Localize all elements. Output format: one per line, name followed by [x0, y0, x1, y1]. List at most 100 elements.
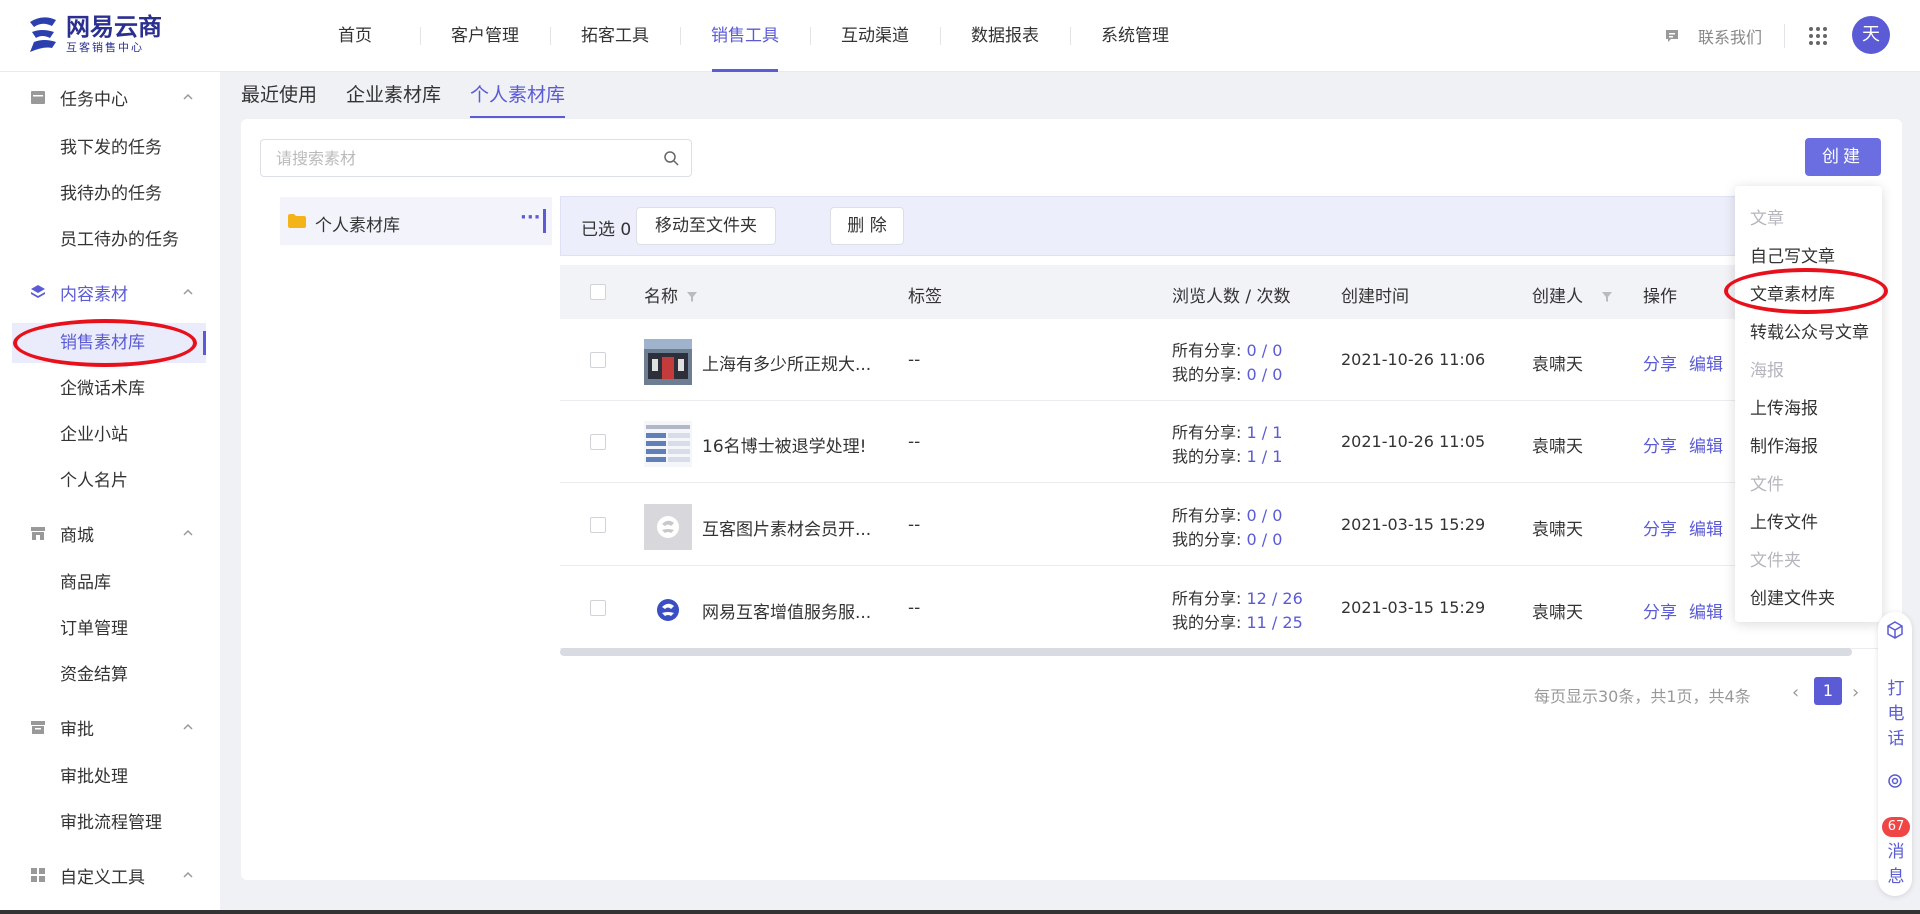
- material-tabs: 最近使用 企业素材库 个人素材库: [241, 80, 594, 118]
- contact-us-button[interactable]: 联系我们: [1664, 24, 1762, 48]
- share-link[interactable]: 分享: [1643, 515, 1677, 540]
- tab-enterprise-library[interactable]: 企业素材库: [346, 80, 441, 118]
- sidebar-item-my-issued-tasks[interactable]: 我下发的任务: [0, 128, 220, 168]
- messages-button[interactable]: 消息: [1887, 840, 1905, 890]
- grid-icon: [31, 868, 45, 882]
- sidebar-group-label: 内容素材: [60, 284, 128, 305]
- stat-all-value: 1 / 1: [1246, 423, 1283, 442]
- search-icon[interactable]: [663, 150, 679, 166]
- menu-item-article-library[interactable]: 文章素材库: [1750, 280, 1835, 305]
- menu-item-repost-wechat-article[interactable]: 转载公众号文章: [1750, 318, 1869, 343]
- stat-all-value: 0 / 0: [1246, 506, 1283, 525]
- sidebar-item-products[interactable]: 商品库: [0, 563, 220, 603]
- more-icon[interactable]: ···: [520, 207, 541, 228]
- row-checkbox[interactable]: [590, 517, 606, 533]
- material-name[interactable]: 上海有多少所正规大...: [702, 350, 871, 375]
- edit-link[interactable]: 编辑: [1689, 432, 1723, 457]
- sidebar-item-company-site[interactable]: 企业小站: [0, 415, 220, 455]
- material-name[interactable]: 16名博士被退学处理!: [702, 432, 866, 457]
- page-1-button[interactable]: 1: [1814, 677, 1842, 705]
- next-page-button[interactable]: ›: [1852, 682, 1859, 703]
- search-input[interactable]: [261, 140, 641, 176]
- menu-item-write-article[interactable]: 自己写文章: [1750, 242, 1835, 267]
- sidebar-item-orders[interactable]: 订单管理: [0, 609, 220, 649]
- thumbnail-image[interactable]: [644, 339, 692, 385]
- nav-sales-tools[interactable]: 销售工具: [680, 0, 810, 72]
- material-name[interactable]: 网易互客增值服务服...: [702, 598, 871, 623]
- created-time: 2021-10-26 11:05: [1341, 432, 1486, 451]
- sidebar-group-approval[interactable]: 审批: [0, 707, 220, 747]
- avatar[interactable]: 天: [1852, 16, 1890, 54]
- menu-group-poster: 海报: [1750, 361, 1784, 381]
- column-name[interactable]: 名称: [644, 282, 698, 307]
- delete-button[interactable]: 删 除: [830, 207, 904, 245]
- menu-item-upload-poster[interactable]: 上传海报: [1750, 394, 1818, 419]
- thumbnail-image[interactable]: [644, 587, 692, 633]
- divider: [1784, 24, 1785, 48]
- logo-mark-icon: [30, 17, 56, 52]
- tab-recent[interactable]: 最近使用: [241, 80, 317, 118]
- share-link[interactable]: 分享: [1643, 432, 1677, 457]
- share-link[interactable]: 分享: [1643, 598, 1677, 623]
- sidebar-item-my-todo-tasks[interactable]: 我待办的任务: [0, 174, 220, 214]
- contact-us-label: 联系我们: [1698, 28, 1763, 47]
- menu-item-make-poster[interactable]: 制作海报: [1750, 432, 1818, 457]
- folder-active-indicator: [543, 209, 546, 233]
- pagination-info: 每页显示30条，共1页，共4条: [1534, 687, 1751, 706]
- edit-link[interactable]: 编辑: [1689, 515, 1723, 540]
- bulk-toolbar: 已选 0 项 移动至文件夹 删 除: [560, 196, 1880, 256]
- stat-mine: 我的分享: 1 / 1: [1172, 443, 1282, 467]
- row-checkbox[interactable]: [590, 600, 606, 616]
- horizontal-scrollbar[interactable]: [560, 648, 1852, 656]
- logo-title: 网易云商: [66, 13, 162, 41]
- sidebar-item-sales-materials[interactable]: 销售素材库: [12, 323, 206, 363]
- stat-all: 所有分享: 12 / 26: [1172, 585, 1303, 609]
- menu-item-create-folder[interactable]: 创建文件夹: [1750, 584, 1835, 609]
- select-all-checkbox[interactable]: [590, 284, 606, 300]
- sidebar-item-wecom-scripts[interactable]: 企微话术库: [0, 369, 220, 409]
- thumbnail-image[interactable]: [644, 421, 692, 467]
- column-creator[interactable]: 创建人: [1532, 282, 1613, 307]
- sidebar-group-mall[interactable]: 商城: [0, 513, 220, 553]
- row-checkbox[interactable]: [590, 352, 606, 368]
- nav-customers[interactable]: 客户管理: [420, 0, 550, 72]
- nav-channels[interactable]: 互动渠道: [810, 0, 940, 72]
- filter-icon[interactable]: [1601, 291, 1613, 303]
- sidebar-item-settlement[interactable]: 资金结算: [0, 655, 220, 695]
- sidebar-group-content[interactable]: 内容素材: [0, 272, 220, 312]
- chevron-up-icon: [183, 871, 193, 878]
- menu-item-upload-file[interactable]: 上传文件: [1750, 508, 1818, 533]
- material-name[interactable]: 互客图片素材会员开...: [702, 515, 871, 540]
- call-button[interactable]: 打电话: [1887, 677, 1905, 752]
- nav-home[interactable]: 首页: [290, 0, 420, 72]
- folder-item-personal[interactable]: 个人素材库 ···: [280, 197, 552, 245]
- nav-reports[interactable]: 数据报表: [940, 0, 1070, 72]
- logo[interactable]: 网易云商 互客销售中心: [26, 12, 162, 56]
- nav-prospecting[interactable]: 拓客工具: [550, 0, 680, 72]
- created-time: 2021-10-26 11:06: [1341, 350, 1486, 369]
- sidebar-group-tasks[interactable]: 任务中心: [0, 77, 220, 117]
- material-tags: --: [908, 515, 921, 535]
- sidebar-item-approval-handle[interactable]: 审批处理: [0, 757, 220, 797]
- settings-icon[interactable]: [1886, 772, 1904, 790]
- move-to-folder-button[interactable]: 移动至文件夹: [636, 207, 776, 245]
- sidebar-item-approval-flow[interactable]: 审批流程管理: [0, 803, 220, 843]
- filter-icon[interactable]: [686, 291, 698, 303]
- sidebar-item-employee-todo-tasks[interactable]: 员工待办的任务: [0, 220, 220, 260]
- create-button[interactable]: 创建: [1805, 138, 1881, 176]
- stat-all: 所有分享: 0 / 0: [1172, 502, 1282, 526]
- row-checkbox[interactable]: [590, 434, 606, 450]
- edit-link[interactable]: 编辑: [1689, 350, 1723, 375]
- tab-personal-library[interactable]: 个人素材库: [470, 80, 566, 118]
- sidebar-group-custom-tools[interactable]: 自定义工具: [0, 855, 220, 895]
- nav-system[interactable]: 系统管理: [1070, 0, 1200, 72]
- prev-page-button[interactable]: ‹: [1792, 682, 1799, 703]
- share-link[interactable]: 分享: [1643, 350, 1677, 375]
- thumbnail-image[interactable]: [644, 504, 692, 550]
- table-row: 16名博士被退学处理! -- 所有分享: 1 / 1 我的分享: 1 / 1 2…: [560, 401, 1880, 483]
- edit-link[interactable]: 编辑: [1689, 598, 1723, 623]
- cube-icon[interactable]: [1886, 621, 1904, 639]
- sidebar-item-business-card[interactable]: 个人名片: [0, 461, 220, 501]
- stat-mine-label: 我的分享:: [1172, 613, 1247, 632]
- apps-grid-icon[interactable]: [1808, 26, 1828, 46]
